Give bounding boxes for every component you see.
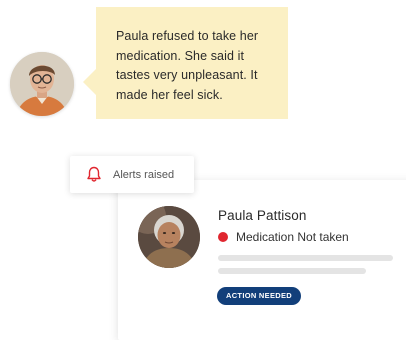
patient-avatar	[138, 206, 200, 268]
carer-note-bubble: Paula refused to take her medication. Sh…	[83, 7, 288, 119]
placeholder-line	[218, 255, 393, 261]
status-indicator-dot	[218, 232, 228, 242]
alerts-raised-tab[interactable]: Alerts raised	[70, 156, 194, 193]
medication-status: Medication Not taken	[218, 230, 349, 244]
action-needed-badge[interactable]: ACTION NEEDED	[217, 287, 301, 305]
bell-icon	[86, 166, 102, 183]
placeholder-line	[218, 268, 366, 274]
carer-note-text: Paula refused to take her medication. Sh…	[116, 29, 259, 102]
medication-status-text: Medication Not taken	[236, 230, 349, 244]
carer-avatar	[10, 52, 74, 116]
patient-name: Paula Pattison	[218, 208, 307, 223]
alerts-raised-label: Alerts raised	[113, 168, 175, 181]
